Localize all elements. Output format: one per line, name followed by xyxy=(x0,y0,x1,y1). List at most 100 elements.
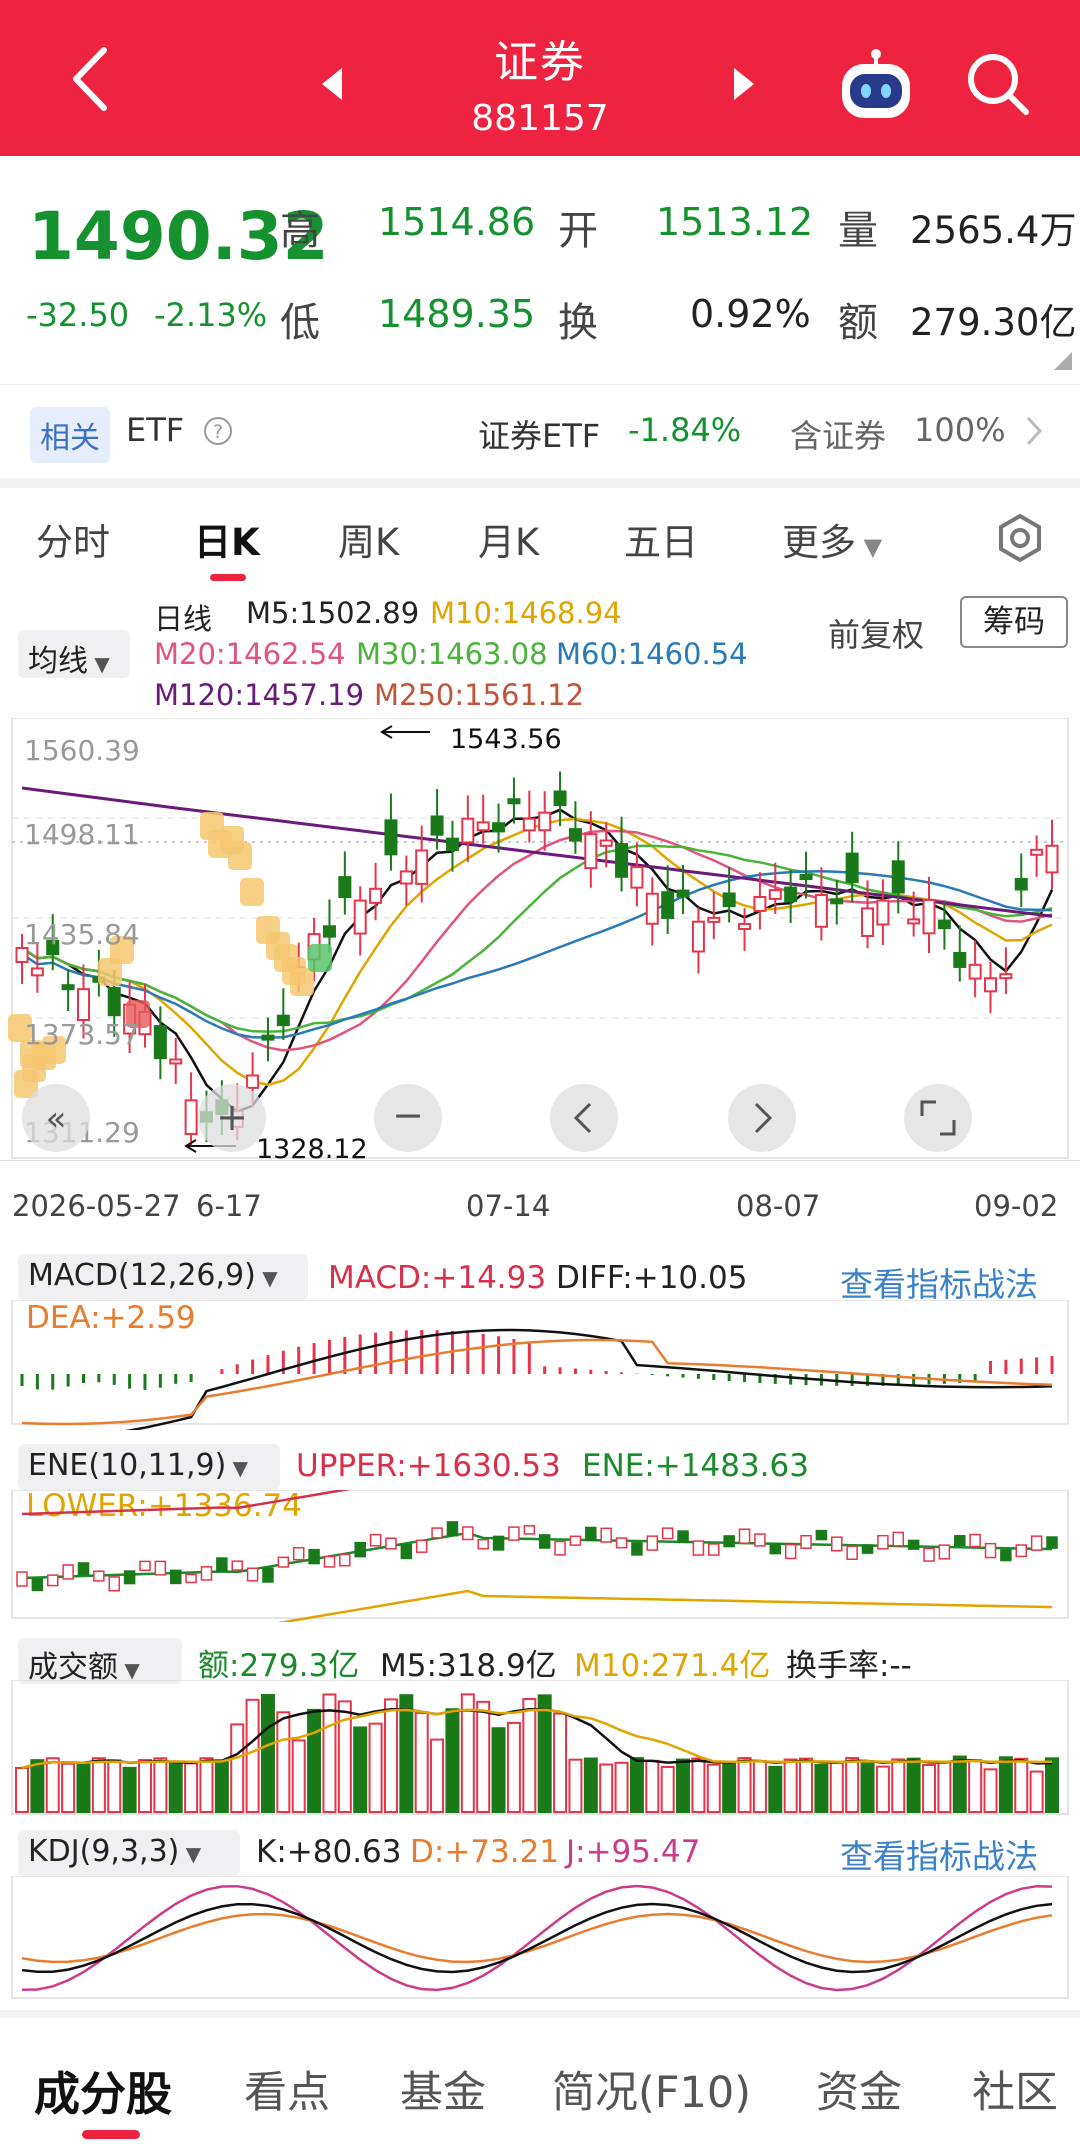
expand-corner-icon[interactable] xyxy=(1054,352,1072,370)
amount-bar xyxy=(91,1757,106,1814)
tab-weekly-k[interactable]: 周K xyxy=(338,512,399,566)
fullscreen-button[interactable] xyxy=(904,1084,972,1152)
tab-constituents[interactable]: 成分股 xyxy=(34,2058,172,2124)
ene-candle xyxy=(1030,1535,1043,1551)
tab-community[interactable]: 社区 xyxy=(972,2058,1058,2120)
ma20-value: M20:1462.54 xyxy=(154,637,346,671)
amount-bar xyxy=(214,1759,229,1813)
search-icon[interactable] xyxy=(964,50,1030,116)
ene-candle xyxy=(631,1542,643,1556)
next-stock-icon[interactable] xyxy=(730,66,758,102)
amount-chart[interactable] xyxy=(0,1680,1080,1820)
tab-intraday[interactable]: 分时 xyxy=(36,512,110,566)
ene-candle xyxy=(708,1543,720,1556)
macd-selector[interactable]: MACD(12,26,9) ▼ xyxy=(18,1254,308,1300)
dropdown-icon: ▼ xyxy=(118,1658,140,1682)
ene-candle xyxy=(723,1535,735,1548)
candle-body xyxy=(615,843,629,878)
tab-five-day[interactable]: 五日 xyxy=(624,512,698,566)
kdj-strategy-link[interactable]: 查看指标战法 xyxy=(840,1830,1038,1878)
amount-bar xyxy=(168,1762,183,1813)
macd-chart[interactable] xyxy=(0,1300,1080,1430)
ene-candle xyxy=(815,1529,828,1541)
candle-body xyxy=(984,977,998,993)
ma120-value: M120:1457.19 xyxy=(154,678,365,712)
etf-change-pct: -1.84% xyxy=(628,411,742,449)
ma-selector[interactable]: 均线 ▼ xyxy=(18,630,130,679)
amount-bar xyxy=(368,1722,383,1814)
ene-candle xyxy=(861,1544,874,1554)
kdj-selector[interactable]: KDJ(9,3,3) ▼ xyxy=(18,1830,240,1876)
amount-bar xyxy=(61,1762,76,1814)
ene-candle xyxy=(523,1525,536,1535)
amount-bar xyxy=(430,1738,445,1813)
candle-body xyxy=(107,987,121,1017)
kdj-chart[interactable] xyxy=(0,1876,1080,2002)
settings-gear-icon[interactable] xyxy=(994,512,1046,564)
related-etf-bar[interactable]: 相关 ETF ? 证券ETF -1.84% 含证券 100% xyxy=(0,384,1080,478)
amount-bar xyxy=(691,1757,706,1813)
ene-candle xyxy=(154,1560,167,1576)
dropdown-icon: ▼ xyxy=(856,533,883,561)
panel-frame xyxy=(11,1300,1069,1425)
tab-more[interactable]: 更多 ▼ xyxy=(782,512,882,566)
chips-button[interactable]: 筹码 xyxy=(960,596,1068,648)
amount-selector[interactable]: 成交额 ▼ xyxy=(18,1638,182,1685)
robot-assistant-icon[interactable] xyxy=(836,46,916,126)
tab-highlights[interactable]: 看点 xyxy=(244,2058,330,2120)
amount-bar xyxy=(522,1698,537,1813)
candle-body xyxy=(369,887,383,904)
contain-value: 100% xyxy=(914,411,1006,449)
ene-candle xyxy=(769,1543,782,1555)
ene-candle xyxy=(800,1534,812,1549)
turnover-rate-value: 换手率:-- xyxy=(786,1648,912,1684)
tab-funds[interactable]: 基金 xyxy=(400,2058,486,2120)
scroll-left-button[interactable] xyxy=(550,1084,618,1152)
chart-frame xyxy=(11,718,1069,1159)
ene-chart[interactable] xyxy=(0,1490,1080,1622)
candle-body xyxy=(553,790,567,807)
ma-selector-label: 均线 xyxy=(28,644,88,679)
scroll-right-button[interactable] xyxy=(728,1084,796,1152)
dropdown-icon: ▼ xyxy=(226,1456,249,1480)
amount-bar xyxy=(983,1768,998,1814)
amount-bar xyxy=(245,1698,260,1813)
amount-bar xyxy=(968,1759,983,1814)
tab-capital[interactable]: 资金 xyxy=(816,2058,902,2120)
candle-body xyxy=(584,833,598,870)
amount-bar xyxy=(922,1763,937,1813)
back-icon[interactable] xyxy=(62,44,122,114)
kline-chart[interactable]: 1560.39 1498.11 1435.84 1373.57 1311.29 … xyxy=(0,718,1080,1218)
ene-candle xyxy=(1015,1544,1028,1558)
amount-bar xyxy=(599,1763,614,1813)
candle-body xyxy=(1045,844,1059,874)
ene-candle xyxy=(508,1526,520,1541)
candle-body xyxy=(830,898,844,905)
amount-bar xyxy=(1045,1757,1059,1814)
date-label-3: 07-14 xyxy=(466,1189,551,1223)
top-bar: 证券 881157 xyxy=(0,0,1080,156)
ylabel-3: 1435.84 xyxy=(24,918,140,951)
ene-candle xyxy=(677,1530,689,1544)
candle-body xyxy=(753,895,767,912)
tab-daily-k[interactable]: 日K xyxy=(194,512,260,566)
help-icon[interactable]: ? xyxy=(202,415,234,447)
macd-strategy-link[interactable]: 查看指标战法 xyxy=(840,1258,1038,1306)
ene-candle xyxy=(339,1553,351,1567)
price-adjust-toggle[interactable]: 前复权 xyxy=(828,610,924,656)
candle-body xyxy=(399,870,413,885)
tab-profile-f10[interactable]: 简况(F10) xyxy=(552,2058,751,2120)
candle-body xyxy=(861,907,875,937)
etf-name: 证券ETF xyxy=(478,417,601,455)
ma5-value: M5:1502.89 xyxy=(246,596,420,630)
tab-monthly-k[interactable]: 月K xyxy=(478,512,539,566)
plus-icon: + xyxy=(216,1095,248,1139)
dropdown-icon: ▼ xyxy=(179,1842,202,1866)
amount-bar xyxy=(614,1761,629,1813)
ene-selector[interactable]: ENE(10,11,9) ▼ xyxy=(18,1444,280,1490)
ene-candle xyxy=(754,1533,766,1547)
amount-bar xyxy=(583,1757,598,1813)
ene-value: ENE:+1483.63 xyxy=(582,1448,809,1484)
ma250-value: M250:1561.12 xyxy=(374,678,585,712)
amount-bar xyxy=(937,1761,952,1813)
